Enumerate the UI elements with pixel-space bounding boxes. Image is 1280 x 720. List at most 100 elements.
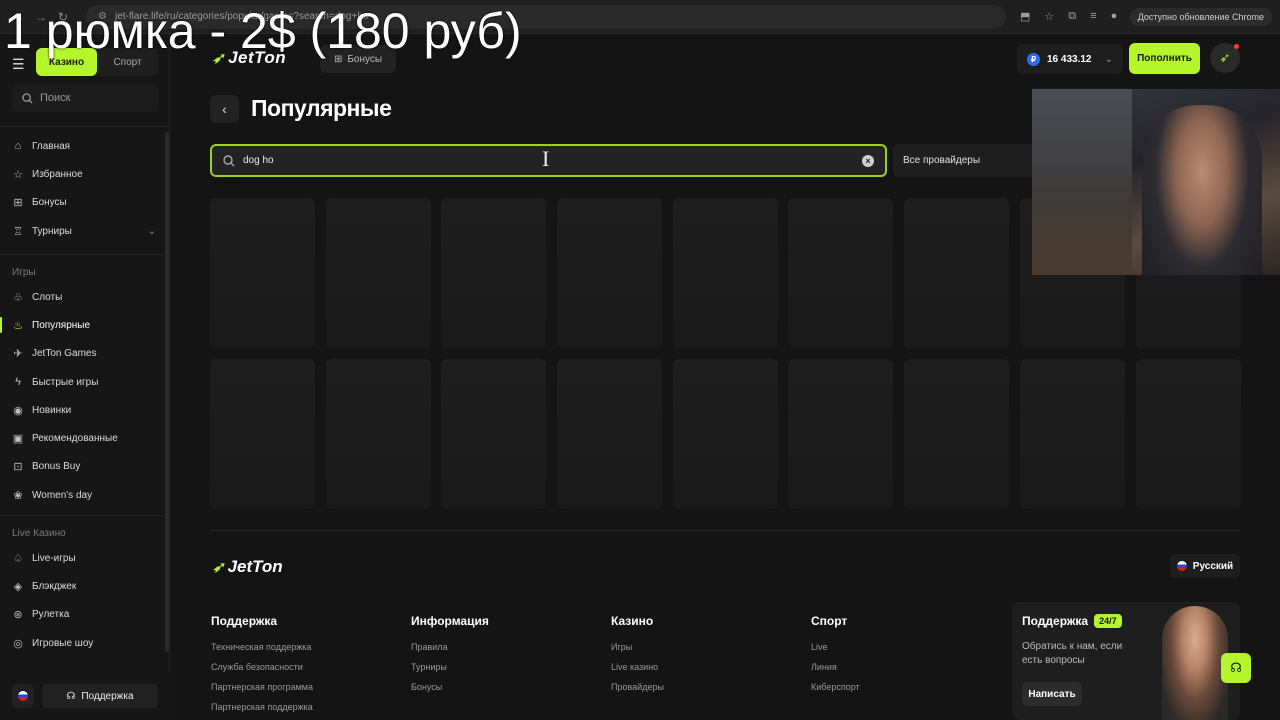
game-tile-skeleton[interactable] <box>325 359 431 509</box>
tulip-icon: ❀ <box>13 489 23 502</box>
jet-icon: ✈ <box>13 348 23 361</box>
sidebar-item-game-shows[interactable]: ◎ Игровые шоу <box>0 629 170 657</box>
game-tile-skeleton[interactable] <box>788 359 894 509</box>
sidebar-scrollbar[interactable] <box>165 132 169 652</box>
language-button[interactable] <box>12 684 34 708</box>
ruble-coin-icon: ₽ <box>1027 52 1040 66</box>
bolt-icon: ϟ <box>15 376 21 389</box>
blackjack-icon: ◈ <box>13 580 23 593</box>
game-tile-skeleton[interactable] <box>672 359 778 509</box>
sidebar-item-slots[interactable]: ♧ Слоты <box>0 283 170 311</box>
footer-link[interactable]: Партнерская поддержка <box>211 697 313 717</box>
roulette-icon: ⊛ <box>13 609 23 622</box>
chrome-update-button[interactable]: Доступно обновление Chrome <box>1129 7 1272 26</box>
footer-link[interactable]: Бонусы <box>411 677 489 697</box>
game-tile-skeleton[interactable] <box>441 359 547 509</box>
chevron-down-icon[interactable]: ⌄ <box>148 226 156 237</box>
support-button[interactable]: ☊ Поддержка <box>42 684 158 708</box>
headset-icon: ☊ <box>66 690 76 702</box>
sidebar-item-home[interactable]: ⌂ Главная <box>0 132 170 160</box>
section-title-games: Игры <box>12 266 36 278</box>
back-button[interactable]: ‹ <box>210 95 239 123</box>
webcam-background <box>1032 89 1132 275</box>
gift-icon: ⊞ <box>13 197 23 210</box>
sidebar-bottom: ☊ Поддержка <box>0 672 170 720</box>
sidebar-item-popular[interactable]: ♨ Популярные <box>0 311 170 339</box>
search-icon <box>22 92 33 104</box>
notification-dot <box>1234 44 1239 49</box>
sidebar-item-fast-games[interactable]: ϟ Быстрые игры <box>0 368 170 396</box>
footer-logo[interactable]: ➶ JetTon <box>212 557 283 577</box>
game-tile-skeleton[interactable] <box>904 198 1010 348</box>
game-tile-skeleton[interactable] <box>1019 359 1125 509</box>
home-icon: ⌂ <box>14 140 22 153</box>
support-card-title: Поддержка 24/7 <box>1022 614 1122 628</box>
game-tile-skeleton[interactable] <box>210 198 315 348</box>
sidebar-item-favorites[interactable]: ☆ Избранное <box>0 160 170 188</box>
footer-link[interactable]: Live <box>811 637 860 657</box>
show-icon: ◎ <box>13 637 23 650</box>
footer-column-support: Поддержка Техническая поддержка Служба б… <box>211 614 313 717</box>
spade-icon: ♤ <box>13 552 23 565</box>
sidebar-item-live-games[interactable]: ♤ Live-игры <box>0 544 170 572</box>
recommend-icon: ▣ <box>12 433 24 446</box>
footer-link[interactable]: Игры <box>611 637 664 657</box>
divider <box>0 126 170 127</box>
chevron-left-icon: ‹ <box>222 101 227 117</box>
balance-selector[interactable]: ₽ 16 433.12 ⌄ <box>1017 44 1123 74</box>
clear-search-icon[interactable]: × <box>862 154 874 167</box>
profile-icon[interactable]: ● <box>1111 10 1118 23</box>
game-tile-skeleton[interactable] <box>325 198 431 348</box>
game-tile-skeleton[interactable] <box>557 359 663 509</box>
install-icon[interactable]: ⬒ <box>1020 10 1030 23</box>
footer-link[interactable]: Live казино <box>611 657 664 677</box>
fire-icon: ♨ <box>13 319 23 332</box>
sidebar-item-recommended[interactable]: ▣ Рекомендованные <box>0 424 170 452</box>
game-tile-skeleton[interactable] <box>210 359 315 509</box>
sidebar-item-blackjack[interactable]: ◈ Блэкджек <box>0 572 170 600</box>
footer-link[interactable]: Киберспорт <box>811 677 860 697</box>
sidebar-item-bonus-buy[interactable]: ⊡ Bonus Buy <box>0 453 170 481</box>
support-card-text: Обратись к нам, если есть вопросы <box>1022 641 1123 666</box>
chat-headset-button[interactable]: ☊ <box>1221 653 1251 683</box>
section-title-live: Live Казино <box>12 527 66 539</box>
russia-flag-icon <box>1176 561 1187 571</box>
footer-link[interactable]: Партнерская программа <box>211 677 313 697</box>
russia-flag-icon <box>18 691 28 701</box>
game-tile-skeleton[interactable] <box>904 359 1010 509</box>
star-icon: ☆ <box>13 168 23 181</box>
deposit-button[interactable]: Пополнить <box>1129 43 1200 74</box>
game-tile-skeleton[interactable] <box>672 198 778 348</box>
footer-link[interactable]: Техническая поддержка <box>211 637 313 657</box>
bag-icon: ⊡ <box>13 461 23 474</box>
write-support-button[interactable]: Написать <box>1022 682 1082 706</box>
game-tile-skeleton[interactable] <box>788 198 894 348</box>
sidebar-item-new[interactable]: ◉ Новинки <box>0 396 170 424</box>
bookmark-star-icon[interactable]: ☆ <box>1044 10 1054 23</box>
sidebar-item-womens-day[interactable]: ❀ Women's day <box>0 481 170 509</box>
footer-link[interactable]: Правила <box>411 637 489 657</box>
sidebar: ☰ Казино Спорт Поиск ⌂ Главная ☆ Избранное… <box>0 34 170 720</box>
game-tile-skeleton[interactable] <box>1135 359 1241 509</box>
search-icon <box>223 154 235 166</box>
game-tile-skeleton[interactable] <box>441 198 547 348</box>
providers-dropdown[interactable]: Все провайдеры <box>893 144 1043 177</box>
footer-link[interactable]: Провайдеры <box>611 677 664 697</box>
extensions-icon[interactable]: ⧉ <box>1068 10 1076 23</box>
media-icon[interactable]: ≡ <box>1090 10 1096 23</box>
profile-avatar[interactable]: ➶ <box>1210 43 1240 73</box>
sidebar-item-tournaments[interactable]: ♖ Турниры ⌄ <box>0 217 170 245</box>
sidebar-item-bonuses[interactable]: ⊞ Бонусы <box>0 189 170 217</box>
footer-link[interactable]: Турниры <box>411 657 489 677</box>
sidebar-search[interactable]: Поиск <box>12 84 158 112</box>
footer-link[interactable]: Линия <box>811 657 860 677</box>
balance-value: 16 433.12 <box>1047 53 1092 65</box>
trophy-icon: ♖ <box>13 225 23 238</box>
language-selector[interactable]: Русский <box>1170 554 1240 578</box>
footer-link[interactable]: Служба безопасности <box>211 657 313 677</box>
webcam-overlay <box>1032 89 1280 275</box>
sidebar-item-jetton-games[interactable]: ✈ JetTon Games <box>0 340 170 368</box>
game-tile-skeleton[interactable] <box>557 198 663 348</box>
main-menu: ⌂ Главная ☆ Избранное ⊞ Бонусы ♖ Турниры ⌄ <box>0 132 170 245</box>
sidebar-item-roulette[interactable]: ⊛ Рулетка <box>0 601 170 629</box>
